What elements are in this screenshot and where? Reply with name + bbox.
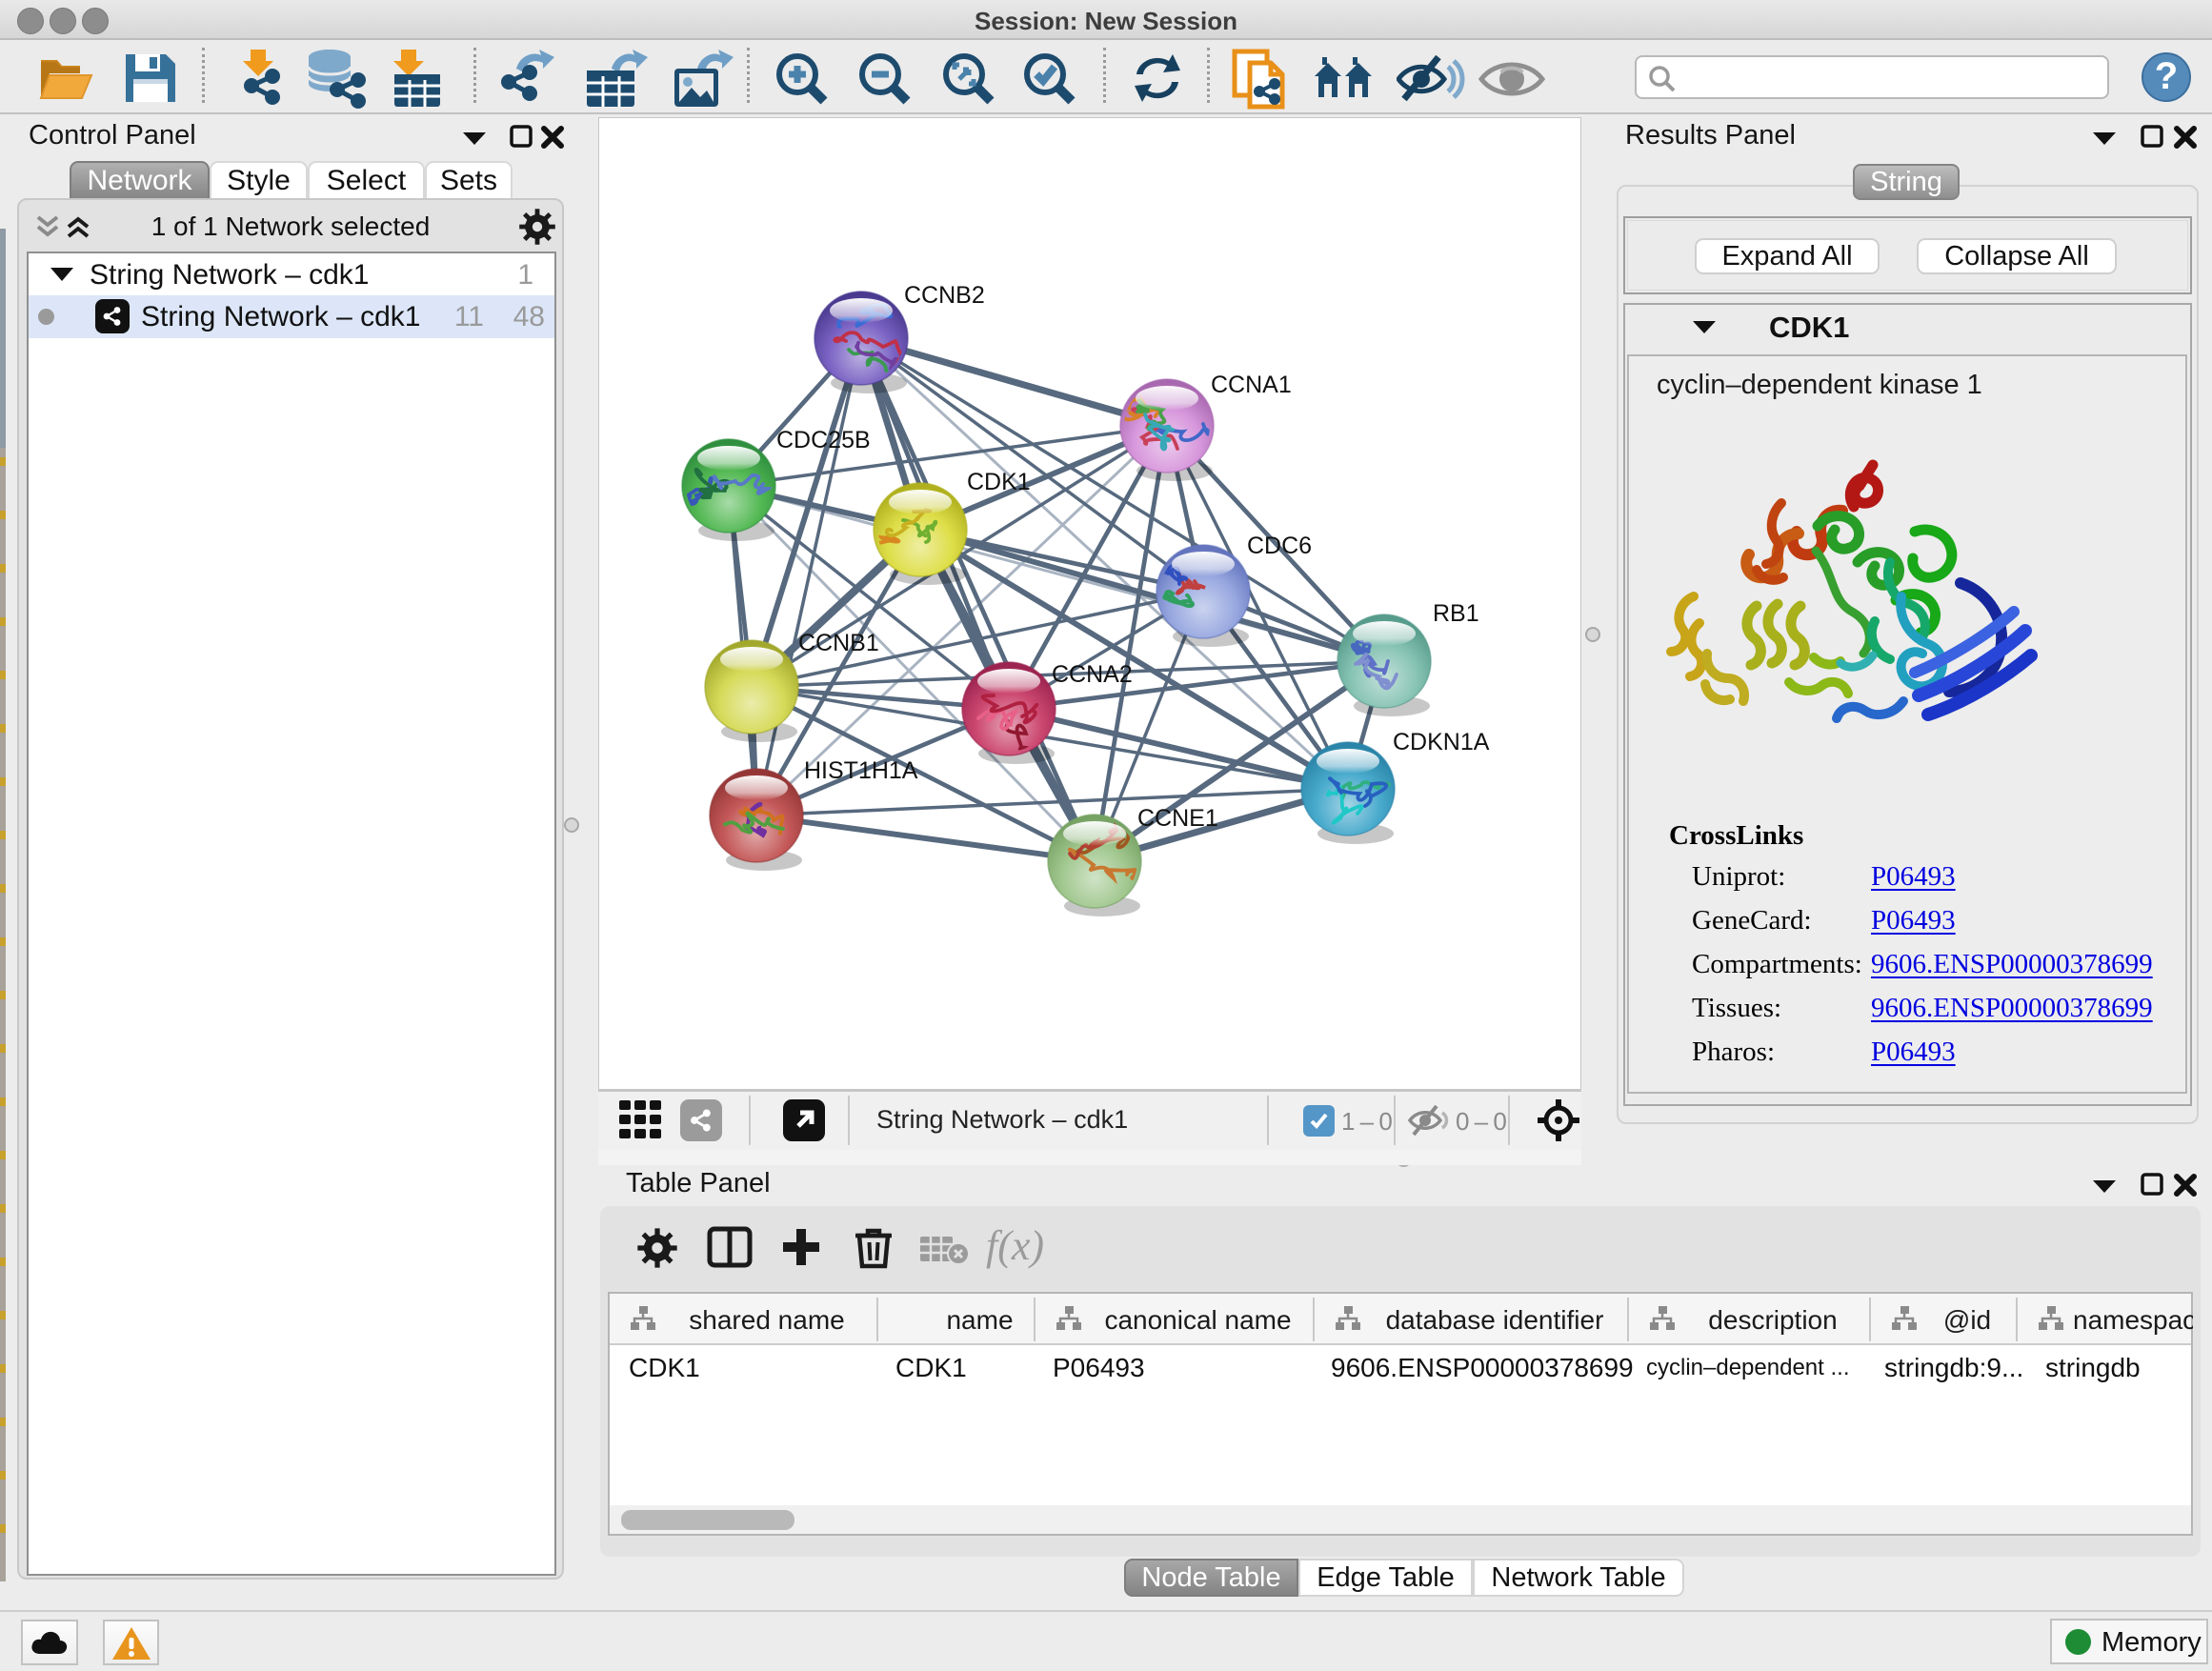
svg-text:RB1: RB1 bbox=[1433, 600, 1479, 627]
svg-text:CDC25B: CDC25B bbox=[776, 427, 871, 453]
svg-text:CCNB2: CCNB2 bbox=[904, 282, 985, 309]
svg-text:CDC6: CDC6 bbox=[1247, 533, 1312, 559]
svg-text:CDKN1A: CDKN1A bbox=[1393, 729, 1490, 755]
svg-text:CCNA1: CCNA1 bbox=[1211, 372, 1292, 398]
svg-text:CCNE1: CCNE1 bbox=[1137, 805, 1218, 832]
svg-text:CDK1: CDK1 bbox=[967, 469, 1031, 495]
svg-text:HIST1H1A: HIST1H1A bbox=[804, 757, 918, 784]
svg-text:CCNB1: CCNB1 bbox=[798, 630, 879, 656]
svg-text:CCNA2: CCNA2 bbox=[1052, 661, 1133, 688]
